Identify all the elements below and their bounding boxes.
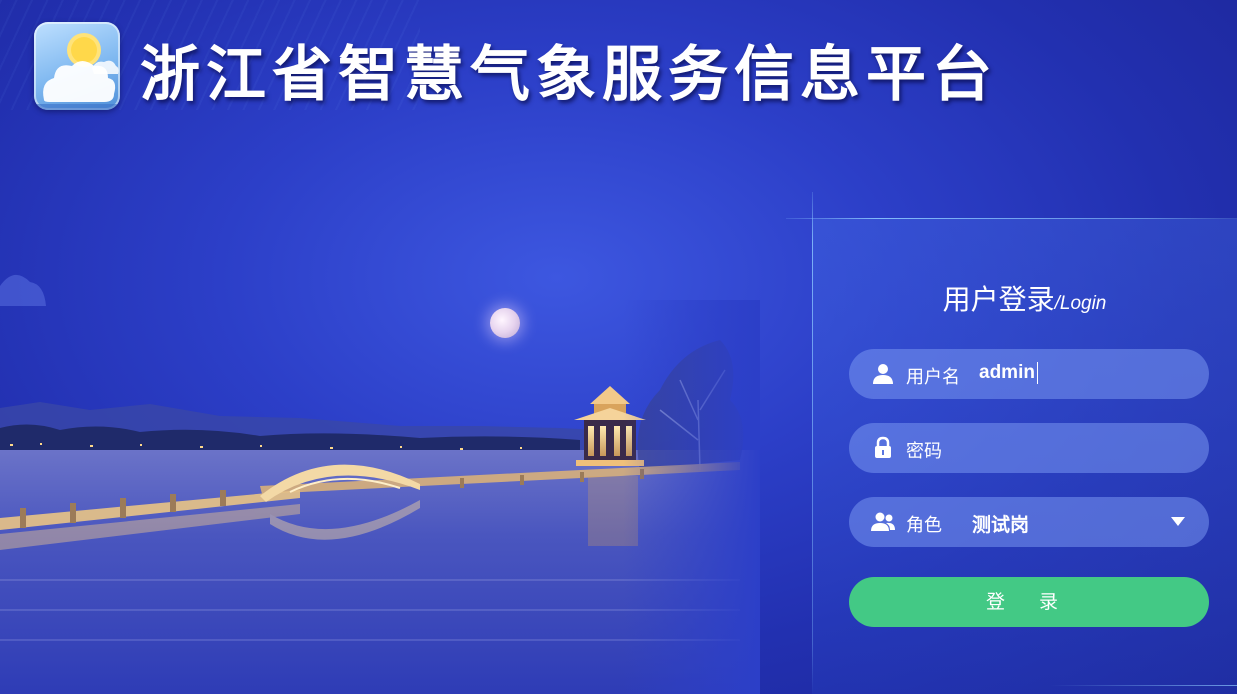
panel-border-bottom: [1050, 685, 1237, 686]
user-icon: [873, 364, 893, 384]
password-label: 密码: [906, 441, 942, 462]
username-input[interactable]: admin: [979, 362, 1035, 384]
role-value[interactable]: 测试岗: [972, 510, 1029, 537]
lock-icon: [875, 436, 891, 458]
page-title: 浙江省智慧气象服务信息平台: [140, 40, 998, 110]
panel-border-left: [812, 192, 813, 694]
role-label: 角色: [906, 515, 942, 536]
role-select[interactable]: 角色 测试岗: [849, 497, 1209, 547]
login-page: 浙江省智慧气象服务信息平台 用户登录/Login 用户名 admin 密码 角色…: [0, 0, 1237, 694]
users-icon: [871, 512, 895, 531]
password-field[interactable]: 密码: [849, 423, 1209, 473]
login-title-zh: 用户登录: [942, 283, 1055, 316]
text-cursor: [1037, 362, 1038, 384]
login-button[interactable]: 登 录: [849, 577, 1209, 627]
username-field[interactable]: 用户名 admin: [849, 349, 1209, 399]
panel-border-top: [786, 218, 1237, 219]
username-label: 用户名: [906, 367, 960, 388]
caret-down-icon[interactable]: [1171, 517, 1185, 526]
west-lake-scenery-image: [0, 300, 760, 694]
sun-cloud-icon: [34, 22, 120, 110]
login-title: 用户登录/Login: [812, 278, 1237, 318]
login-title-en: /Login: [1054, 293, 1107, 314]
